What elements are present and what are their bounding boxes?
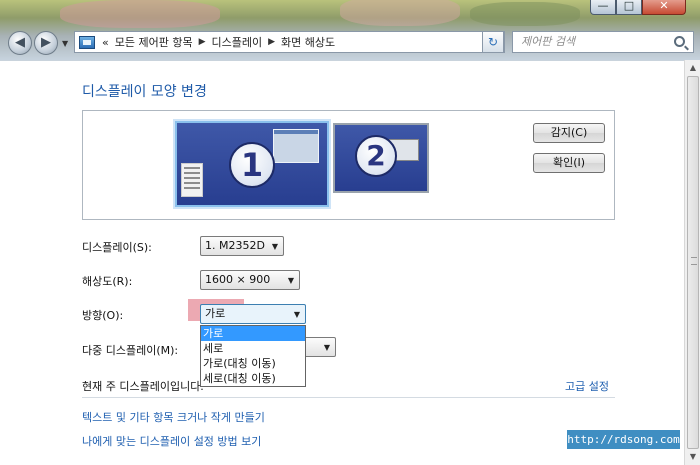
mini-window-preview [273, 129, 319, 163]
minimize-button[interactable]: — [590, 0, 616, 15]
forward-button[interactable]: ▶ [34, 31, 58, 55]
recent-pages-dropdown[interactable]: ▼ [62, 39, 70, 48]
monitor-arrangement-panel: 1 2 감지(C) 확인(I) [82, 110, 615, 220]
orientation-option-portrait-flipped[interactable]: 세로(대칭 이동) [201, 371, 305, 386]
orientation-dropdown-list: 가로 세로 가로(대칭 이동) 세로(대칭 이동) [200, 325, 306, 387]
chevron-down-icon: ▼ [323, 343, 330, 352]
page-title: 디스플레이 모양 변경 [82, 84, 207, 100]
resolution-select-value: 1600 × 900 [205, 273, 271, 286]
breadcrumb-overflow[interactable]: « [102, 36, 109, 49]
breadcrumb-all-control-panel-items[interactable]: 모든 제어판 항목 [115, 34, 193, 50]
scroll-down-icon[interactable]: ▼ [685, 449, 700, 465]
monitor-number-badge: 2 [355, 135, 397, 177]
text-size-link[interactable]: 텍스트 및 기타 항목 크거나 작게 만들기 [82, 409, 265, 425]
refresh-button[interactable]: ↻ [482, 31, 504, 53]
breadcrumb-display[interactable]: 디스플레이 [212, 34, 263, 50]
scroll-up-icon[interactable]: ▲ [685, 60, 700, 76]
monitor-2[interactable]: 2 [333, 123, 429, 193]
watermark: http://rdsong.com [567, 430, 680, 449]
grip-icon [691, 257, 697, 265]
advanced-settings-link[interactable]: 고급 설정 [565, 378, 609, 394]
window-controls: — □ ✕ [590, 0, 686, 15]
orientation-select-value: 가로 [205, 307, 226, 320]
wallpaper-decoration [470, 2, 580, 26]
resolution-label: 해상도(R): [82, 275, 133, 288]
search-placeholder: 제어판 검색 [521, 35, 576, 48]
forward-arrow-icon: ▶ [41, 35, 51, 50]
close-button[interactable]: ✕ [642, 0, 686, 15]
detect-button[interactable]: 감지(C) [533, 123, 605, 143]
display-help-link[interactable]: 나에게 맞는 디스플레이 설정 방법 보기 [82, 433, 261, 449]
primary-display-text: 현재 주 디스플레이입니다. [82, 380, 204, 393]
control-panel-icon [79, 35, 95, 49]
chevron-down-icon: ▼ [293, 310, 300, 319]
address-bar[interactable]: « 모든 제어판 항목 ▶ 디스플레이 ▶ 화면 해상도 ▼ [74, 31, 505, 53]
divider [82, 397, 615, 398]
wallpaper-decoration [340, 0, 460, 26]
multi-display-label: 다중 디스플레이(M): [82, 344, 179, 357]
orientation-option-portrait[interactable]: 세로 [201, 341, 305, 356]
back-arrow-icon: ◀ [15, 35, 25, 50]
orientation-select[interactable]: 가로 ▼ [200, 304, 306, 324]
wallpaper-decoration [60, 0, 220, 28]
breadcrumb-screen-resolution[interactable]: 화면 해상도 [281, 34, 335, 50]
monitor-1[interactable]: 1 [175, 121, 329, 207]
search-input[interactable]: 제어판 검색 [512, 31, 694, 53]
refresh-icon: ↻ [487, 35, 499, 49]
back-button[interactable]: ◀ [8, 31, 32, 55]
content-area: 디스플레이 모양 변경 1 2 감지(C) 확인(I) 디스플레이(S): 1.… [0, 60, 684, 465]
breadcrumb-separator-icon[interactable]: ▶ [268, 37, 275, 47]
display-select[interactable]: 1. M2352D ▼ [200, 236, 284, 256]
orientation-option-landscape-flipped[interactable]: 가로(대칭 이동) [201, 356, 305, 371]
maximize-button[interactable]: □ [616, 0, 642, 15]
display-select-value: 1. M2352D [205, 239, 265, 252]
chevron-down-icon: ▼ [271, 242, 278, 251]
chevron-down-icon: ▼ [287, 276, 294, 285]
orientation-option-landscape[interactable]: 가로 [201, 326, 305, 341]
scrollbar-thumb[interactable] [687, 76, 699, 449]
identify-button[interactable]: 확인(I) [533, 153, 605, 173]
display-label: 디스플레이(S): [82, 241, 152, 254]
monitor-number-badge: 1 [229, 142, 275, 188]
vertical-scrollbar[interactable]: ▲ ▼ [684, 60, 700, 465]
breadcrumb-separator-icon[interactable]: ▶ [199, 37, 206, 47]
search-icon[interactable] [674, 36, 685, 47]
mini-gadget-preview [181, 163, 203, 197]
orientation-label: 방향(O): [82, 309, 124, 322]
resolution-select[interactable]: 1600 × 900 ▼ [200, 270, 300, 290]
